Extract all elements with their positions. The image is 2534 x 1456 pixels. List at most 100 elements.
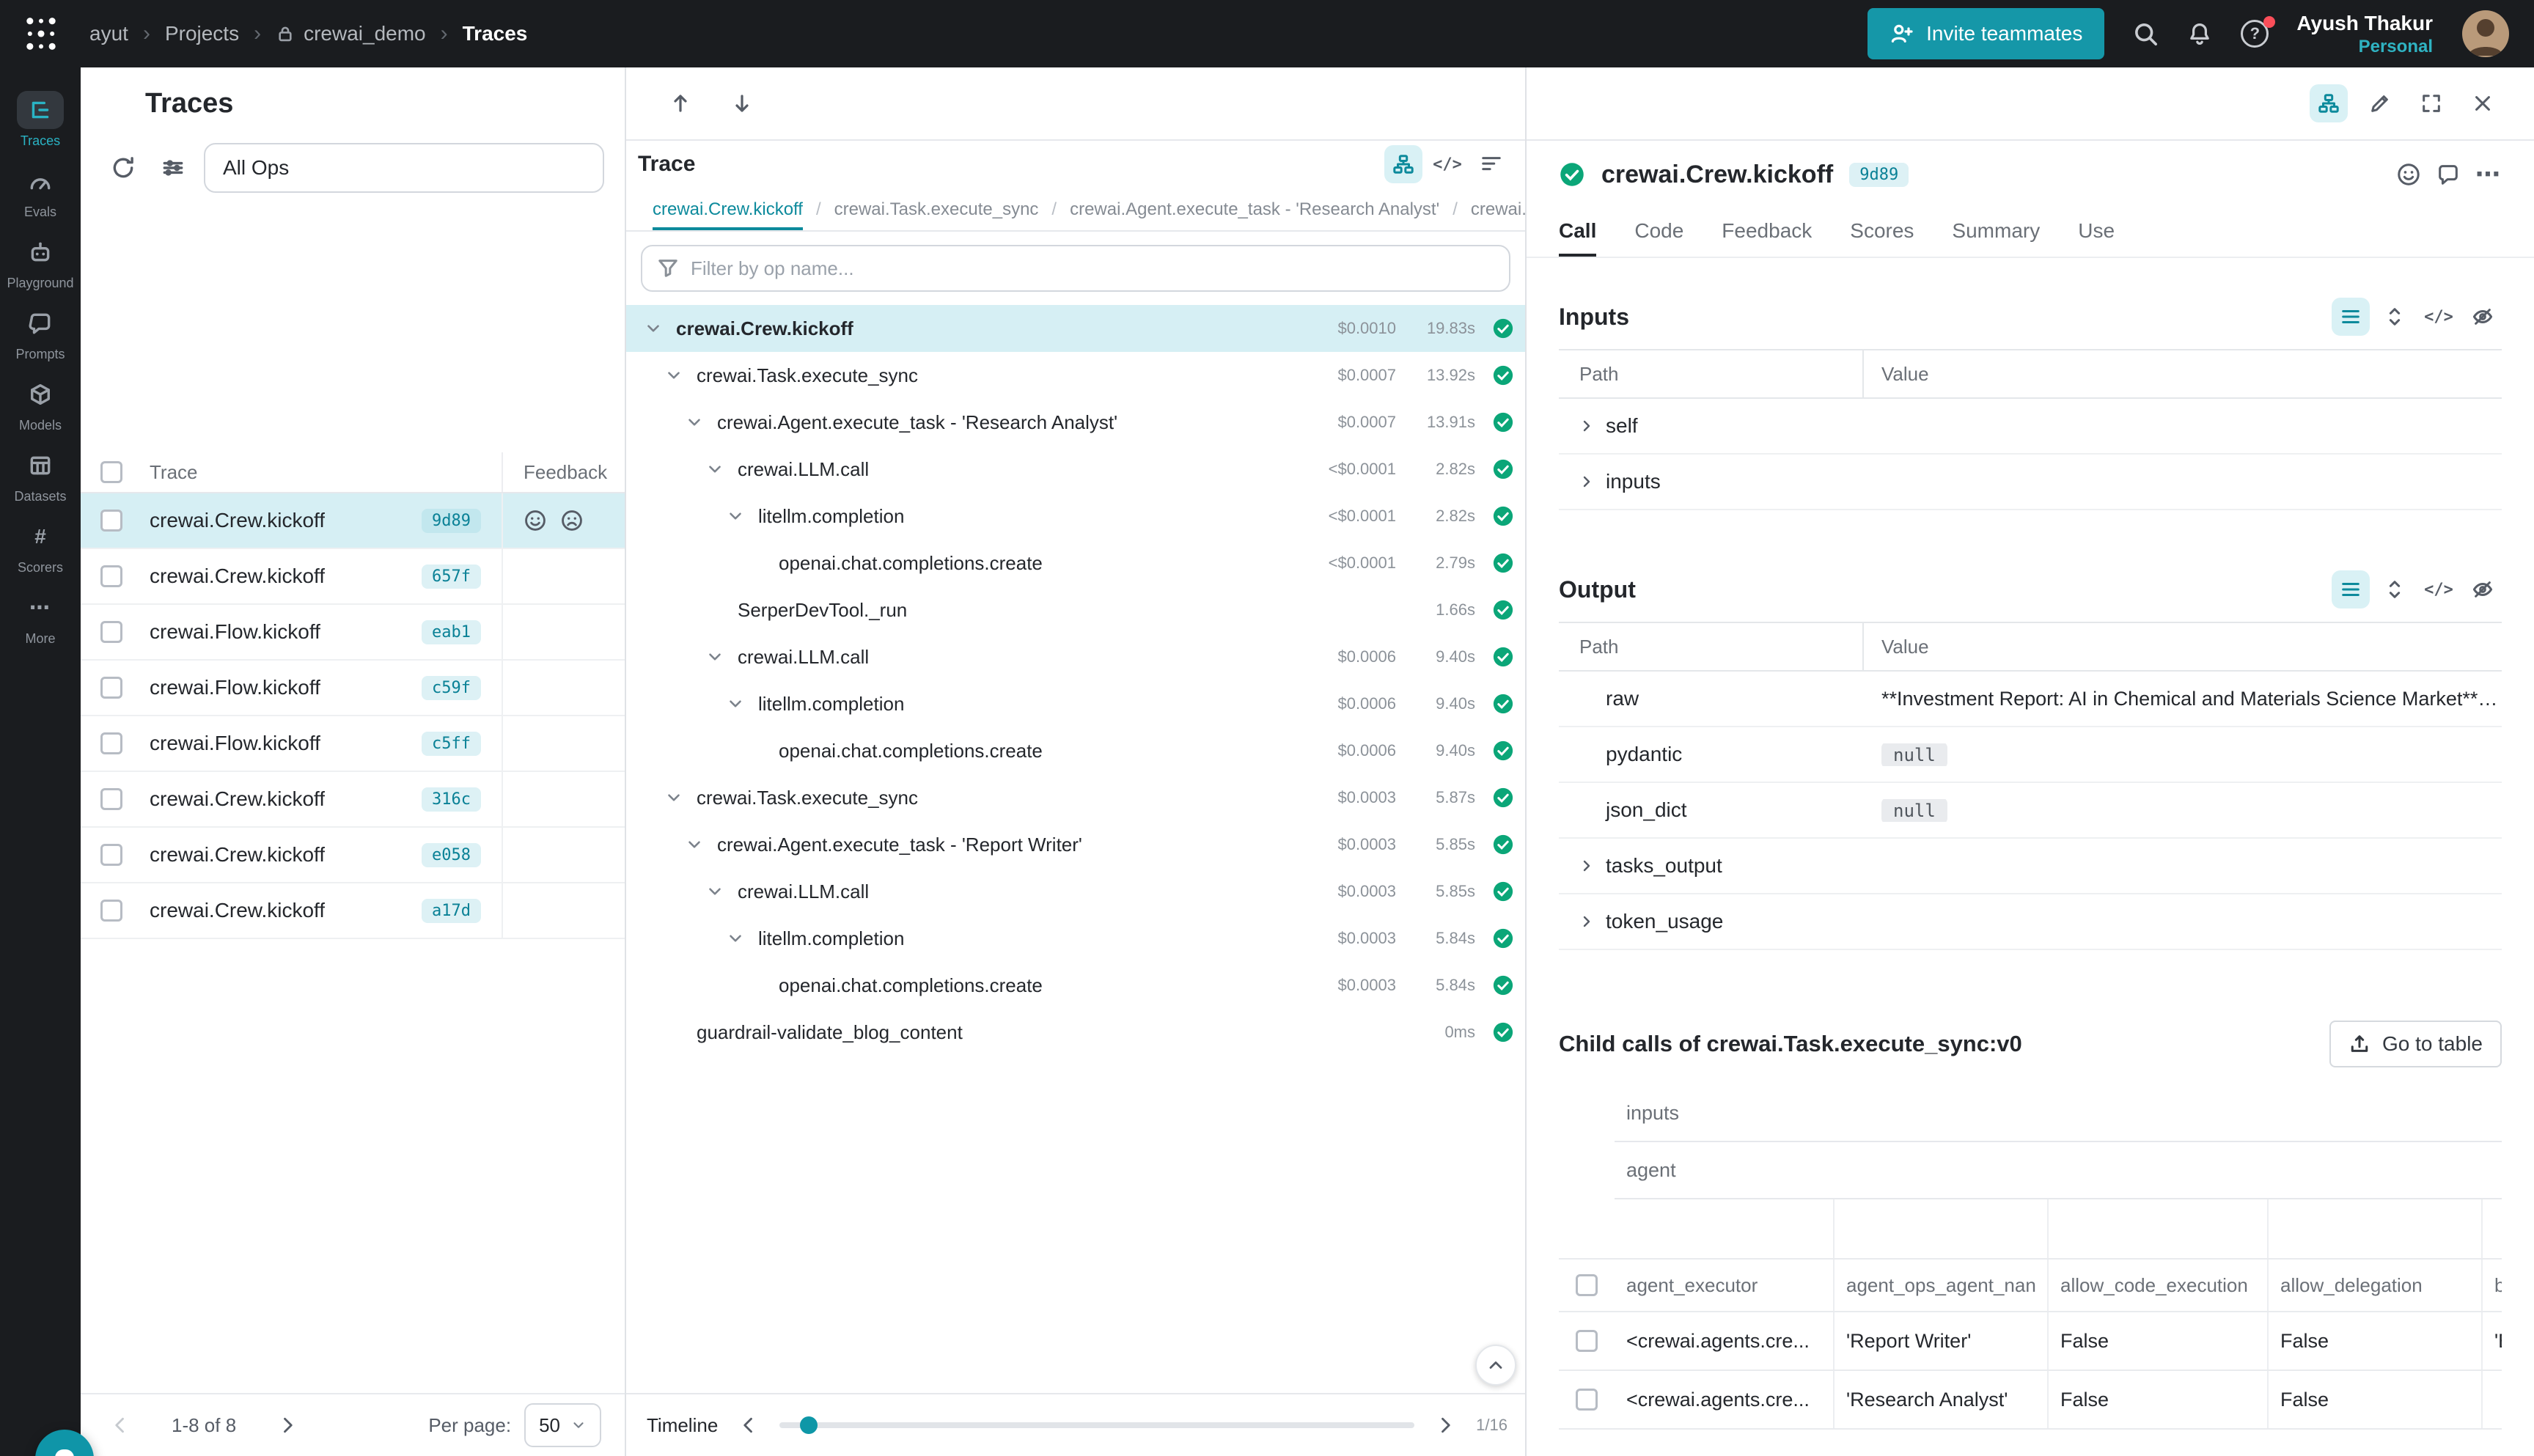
feedback-smiley-icon[interactable] [524, 509, 547, 532]
row-checkbox[interactable] [100, 510, 122, 532]
timeline-slider[interactable] [779, 1422, 1414, 1428]
code-format-icon[interactable]: </> [2420, 298, 2458, 336]
tree-view-icon[interactable] [1384, 145, 1422, 183]
kv-row[interactable]: self [1559, 399, 2502, 455]
feedback-column-header[interactable]: Feedback [502, 452, 625, 492]
chevron-right-icon[interactable] [1578, 417, 1595, 435]
caret-down-icon[interactable] [723, 694, 748, 713]
select-all-checkbox[interactable] [100, 461, 122, 483]
caret-down-icon[interactable] [723, 507, 748, 526]
trace-tree-row[interactable]: crewai.LLM.call <$0.0001 2.82s [626, 446, 1525, 493]
sidebar-item-traces[interactable]: Traces [4, 91, 77, 149]
caret-down-icon[interactable] [682, 835, 707, 854]
wandb-logo[interactable] [22, 15, 60, 53]
breadcrumb-project[interactable]: crewai_demo [276, 22, 426, 45]
sidebar-item-playground[interactable]: Playground [4, 233, 77, 291]
sidebar-item-prompts[interactable]: Prompts [4, 304, 77, 362]
timeline-next-icon[interactable] [1429, 1409, 1461, 1441]
hide-values-eye-icon[interactable] [2464, 570, 2502, 608]
trace-tree-row[interactable]: crewai.Task.execute_sync $0.0003 5.87s [626, 774, 1525, 821]
tab-code[interactable]: Code [1634, 208, 1683, 257]
trace-list-row[interactable]: crewai.Flow.kickoff c5ff [81, 716, 625, 772]
scroll-up-button[interactable] [1475, 1345, 1516, 1386]
caret-down-icon[interactable] [723, 929, 748, 948]
kv-row[interactable]: raw **Investment Report: AI in Chemical … [1559, 672, 2502, 727]
child-column-header[interactable]: allow_delegation [2269, 1260, 2483, 1311]
per-page-select[interactable]: 50 [524, 1403, 601, 1447]
row-checkbox[interactable] [100, 732, 122, 754]
call-path-tab[interactable]: crewai.Crew.kickoff [653, 199, 803, 230]
trace-tree-row[interactable]: openai.chat.completions.create $0.0003 5… [626, 962, 1525, 1009]
comment-icon[interactable] [2436, 162, 2461, 187]
notifications-bell-icon[interactable] [2186, 21, 2213, 47]
fullscreen-icon[interactable] [2412, 84, 2450, 122]
trace-tree-row[interactable]: crewai.LLM.call $0.0006 9.40s [626, 633, 1525, 680]
sidebar-item-models[interactable]: Models [4, 375, 77, 433]
op-name-filter-input[interactable] [641, 245, 1510, 292]
kv-row[interactable]: token_usage [1559, 894, 2502, 950]
close-icon[interactable] [2464, 84, 2502, 122]
trace-op-name[interactable]: crewai.Flow.kickoff [150, 676, 320, 699]
refresh-button[interactable] [104, 149, 142, 187]
sidebar-item-scorers[interactable]: # Scorers [4, 518, 77, 576]
edit-pencil-icon[interactable] [2361, 84, 2399, 122]
list-view-icon[interactable] [2332, 570, 2370, 608]
trace-list-row[interactable]: crewai.Crew.kickoff 316c [81, 772, 625, 828]
avatar[interactable] [2461, 9, 2511, 59]
call-id-badge[interactable]: 9d89 [1849, 163, 1909, 187]
timeline-prev-icon[interactable] [732, 1409, 765, 1441]
code-format-icon[interactable]: </> [2420, 570, 2458, 608]
sidebar-item-more[interactable]: ⋯ More [4, 589, 77, 647]
trace-op-name[interactable]: crewai.Flow.kickoff [150, 620, 320, 644]
trace-op-name[interactable]: crewai.Crew.kickoff [150, 899, 325, 922]
chevron-right-icon[interactable] [1578, 857, 1595, 875]
kv-row[interactable]: inputs [1559, 455, 2502, 510]
ops-filter-select[interactable]: All Ops [204, 143, 604, 193]
caret-down-icon[interactable] [641, 319, 666, 338]
trace-list-row[interactable]: crewai.Crew.kickoff 9d89 [81, 493, 625, 549]
trace-op-name[interactable]: crewai.Flow.kickoff [150, 732, 320, 755]
trace-list-row[interactable]: crewai.Crew.kickoff 657f [81, 549, 625, 605]
add-feedback-smiley-icon[interactable] [2396, 162, 2421, 187]
trace-tree-row[interactable]: litellm.completion $0.0003 5.84s [626, 915, 1525, 962]
chevron-right-icon[interactable] [1578, 913, 1595, 930]
trace-op-name[interactable]: crewai.Crew.kickoff [150, 843, 325, 867]
next-page-icon[interactable] [271, 1409, 304, 1441]
trace-tree-row[interactable]: crewai.Agent.execute_task - 'Research An… [626, 399, 1525, 446]
breadcrumb-org[interactable]: ayut [89, 22, 128, 45]
trace-op-name[interactable]: crewai.Crew.kickoff [150, 565, 325, 588]
user-menu[interactable]: Ayush Thakur Personal [2296, 10, 2433, 58]
trace-tree-row[interactable]: crewai.Agent.execute_task - 'Report Writ… [626, 821, 1525, 868]
row-checkbox[interactable] [100, 621, 122, 643]
trace-tree-row[interactable]: openai.chat.completions.create <$0.0001 … [626, 540, 1525, 587]
trace-tree-row[interactable]: SerperDevTool._run 1.66s [626, 587, 1525, 633]
trace-tree-row[interactable]: litellm.completion $0.0006 9.40s [626, 680, 1525, 727]
trace-list-row[interactable]: crewai.Flow.kickoff eab1 [81, 605, 625, 661]
previous-call-arrow-icon[interactable] [661, 84, 699, 122]
expand-rows-icon[interactable] [2376, 298, 2414, 336]
go-to-table-button[interactable]: Go to table [2329, 1021, 2502, 1067]
child-column-header[interactable]: b [2483, 1260, 2502, 1311]
prev-page-icon[interactable] [104, 1409, 136, 1441]
call-path-tab[interactable]: crewai.Agent.execute_task - 'Research An… [1070, 199, 1439, 230]
kv-row[interactable]: pydantic null [1559, 727, 2502, 783]
row-checkbox[interactable] [100, 844, 122, 866]
trace-column-header[interactable]: Trace [142, 461, 502, 484]
help-icon[interactable]: ? [2241, 20, 2269, 48]
list-view-icon[interactable] [2332, 298, 2370, 336]
trace-tree-row[interactable]: crewai.Crew.kickoff $0.0010 19.83s [626, 305, 1525, 352]
sidebar-item-evals[interactable]: Evals [4, 162, 77, 220]
breadcrumb-projects[interactable]: Projects [165, 22, 239, 45]
code-view-icon[interactable]: </> [1428, 145, 1466, 183]
trace-tree-row[interactable]: crewai.Task.execute_sync $0.0007 13.92s [626, 352, 1525, 399]
row-checkbox[interactable] [100, 788, 122, 810]
tab-summary[interactable]: Summary [1952, 208, 2040, 257]
trace-list-row[interactable]: crewai.Crew.kickoff a17d [81, 883, 625, 939]
trace-op-name[interactable]: crewai.Crew.kickoff [150, 787, 325, 811]
caret-down-icon[interactable] [702, 647, 727, 666]
timeline-slider-handle[interactable] [800, 1416, 818, 1434]
caret-down-icon[interactable] [661, 788, 686, 807]
trace-list-row[interactable]: crewai.Flow.kickoff c59f [81, 661, 625, 716]
tab-scores[interactable]: Scores [1850, 208, 1914, 257]
trace-tree-row[interactable]: crewai.LLM.call $0.0003 5.85s [626, 868, 1525, 915]
